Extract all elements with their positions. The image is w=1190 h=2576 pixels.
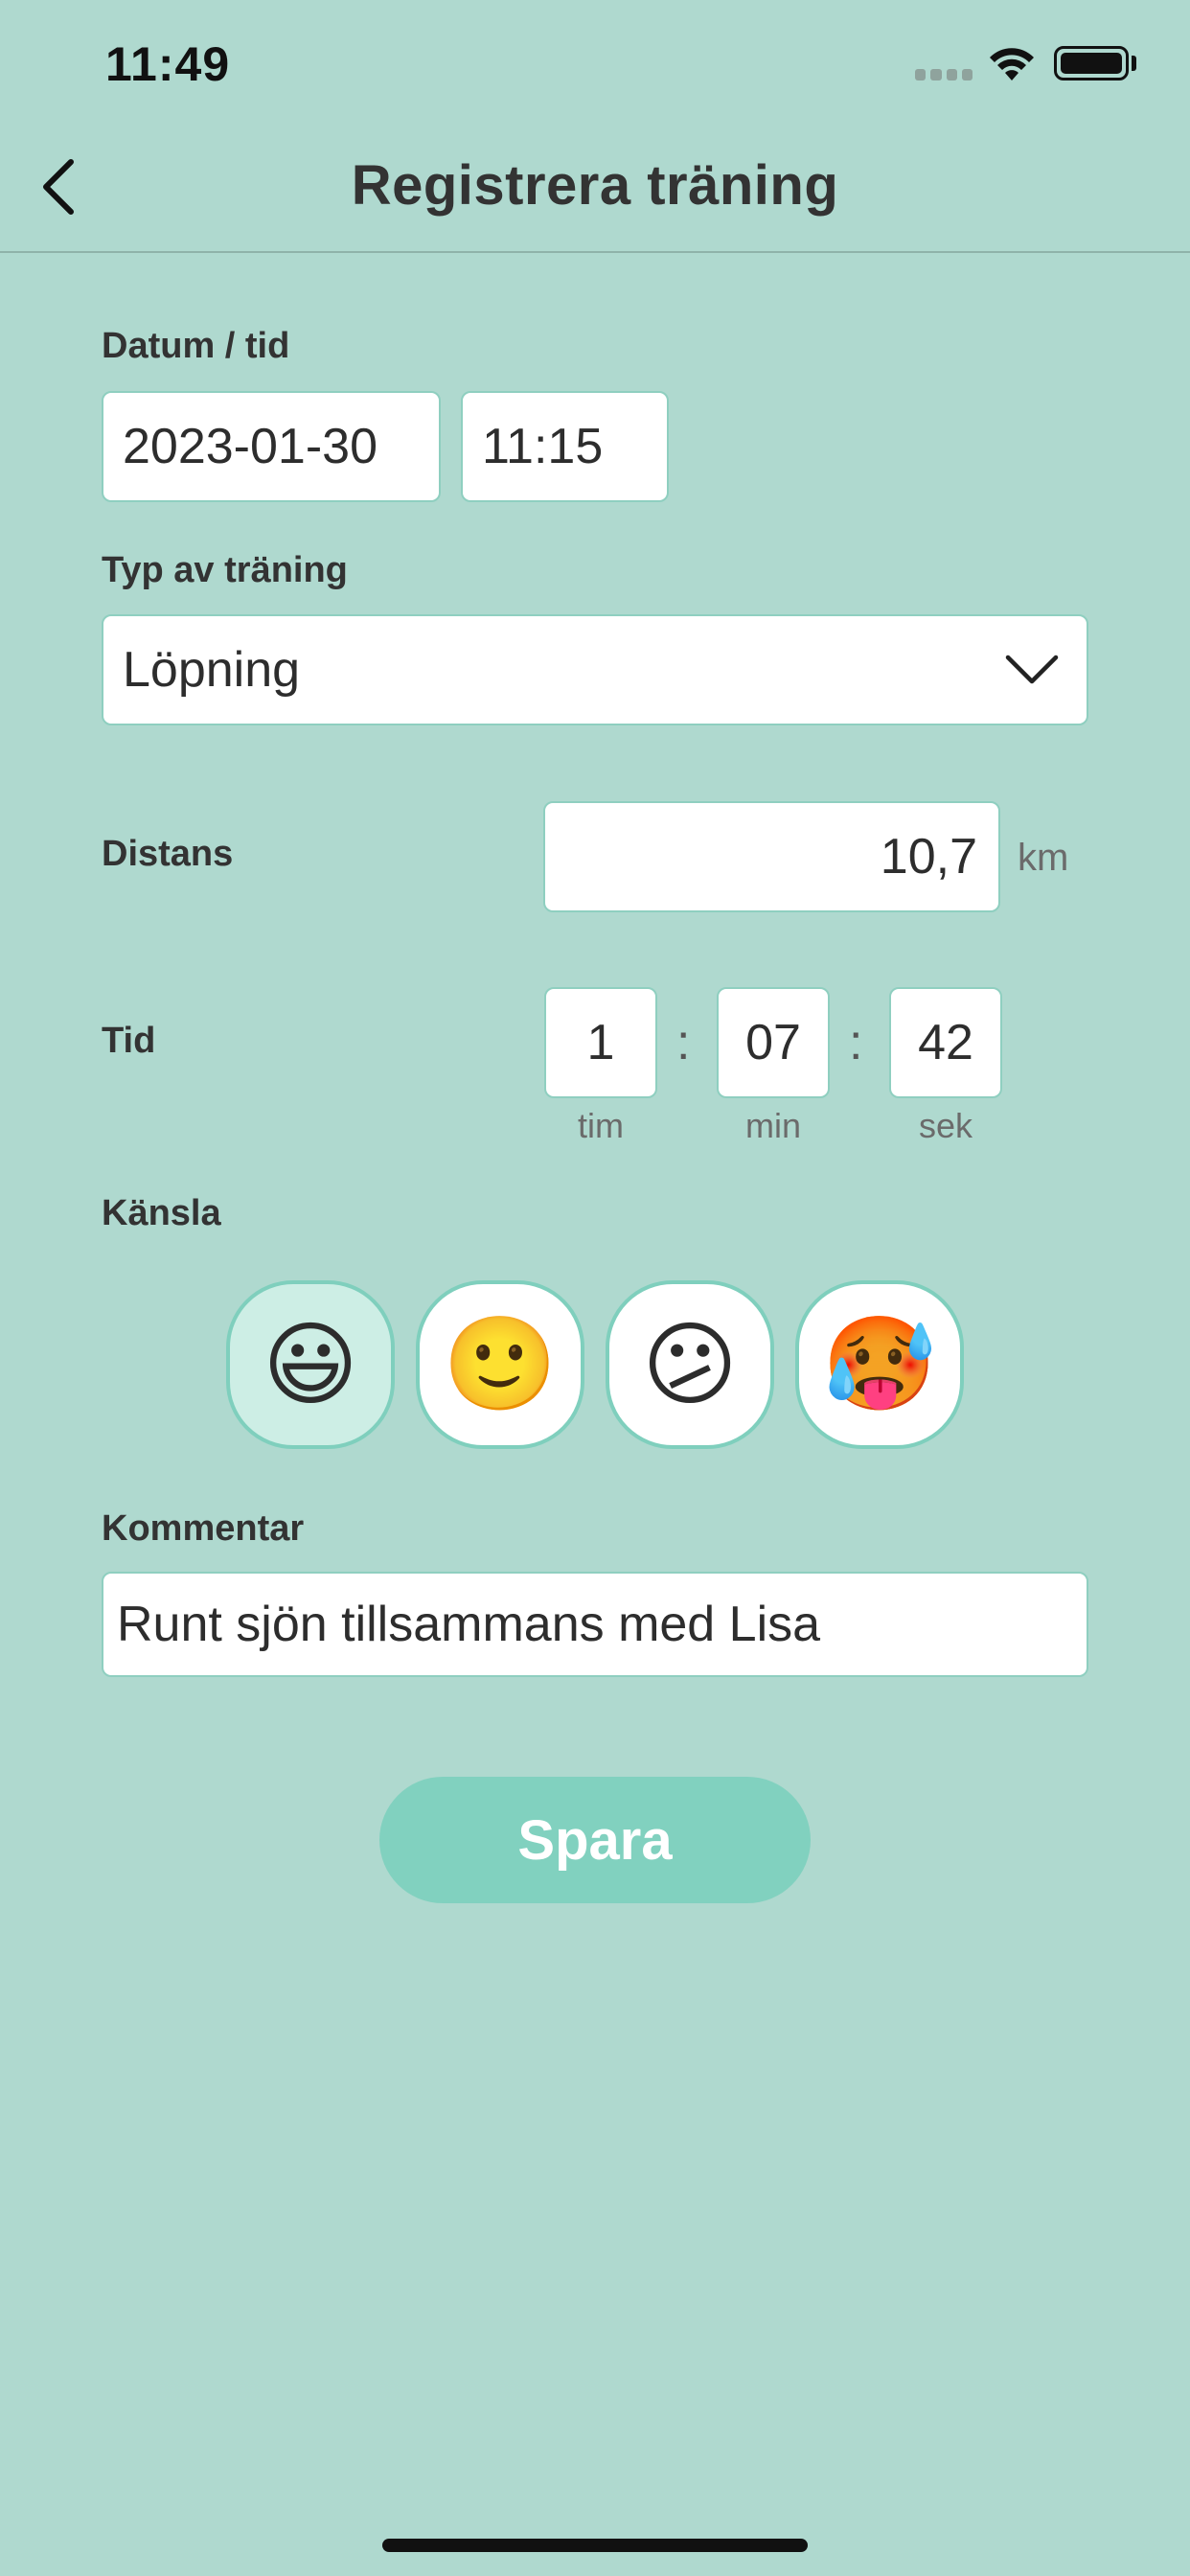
date-field[interactable]: 2023-01-30 [102,391,441,502]
seconds-input[interactable]: 42 [889,987,1002,1098]
nav-divider [0,251,1190,253]
wifi-icon [990,48,1034,80]
feeling-meh-button[interactable]: 😕 [606,1280,774,1449]
feeling-good-button[interactable]: 🙂 [416,1280,584,1449]
battery-tip [1132,56,1136,71]
distance-unit: km [1018,837,1069,879]
minutes-unit: min [744,1106,801,1145]
home-indicator [382,2539,808,2552]
distance-input[interactable]: 10,7 [543,801,1000,912]
distance-label: Distans [102,834,234,874]
feeling-great-button[interactable]: 😃 [226,1280,395,1449]
chevron-down-icon [1005,655,1059,684]
grinning-face-icon: 😃 [262,1314,359,1416]
save-button[interactable]: Spara [379,1777,811,1903]
page-title: Registrera träning [351,154,839,217]
datetime-label: Datum / tid [102,326,290,366]
time-separator: : [849,1015,863,1070]
hours-input[interactable]: 1 [544,987,657,1098]
time-field[interactable]: 11:15 [461,391,669,502]
cellular-signal-icon [915,69,973,80]
minutes-input[interactable]: 07 [717,987,830,1098]
hot-face-icon: 🥵 [822,1313,937,1415]
feeling-label: Känsla [102,1193,221,1233]
confused-face-icon: 😕 [641,1314,739,1416]
battery-icon [1054,46,1129,80]
training-type-select[interactable]: Löpning [102,614,1088,725]
seconds-unit: sek [918,1106,973,1145]
comment-input[interactable]: Runt sjön tillsammans med Lisa [102,1572,1088,1677]
slightly-smiling-face-icon: 🙂 [443,1313,558,1415]
feeling-exhausted-button[interactable]: 🥵 [795,1280,964,1449]
comment-label: Kommentar [102,1508,305,1549]
training-type-value: Löpning [123,642,301,698]
hours-unit: tim [578,1106,624,1145]
duration-label: Tid [102,1021,156,1061]
training-type-label: Typ av träning [102,550,348,590]
status-time: 11:49 [105,37,231,91]
time-separator: : [676,1015,691,1070]
